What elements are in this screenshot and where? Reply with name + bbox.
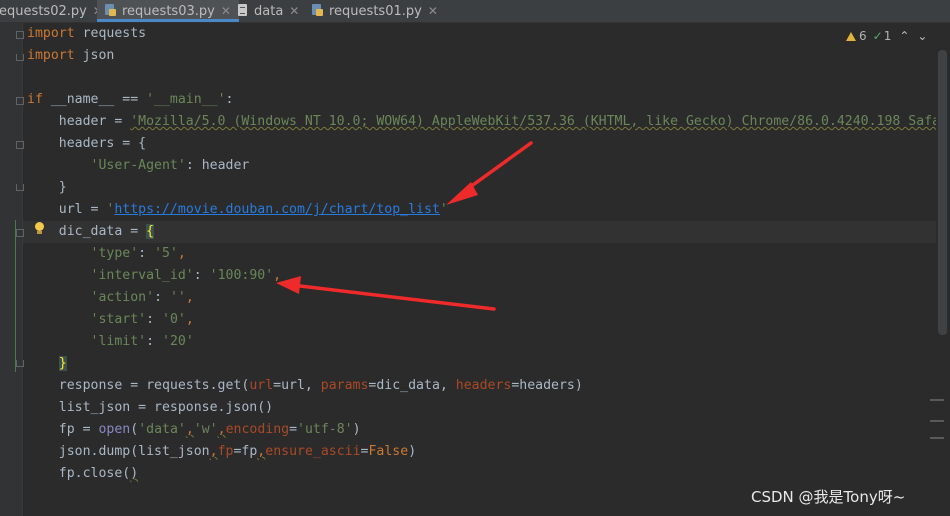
csdn-watermark: CSDN @我是Tony呀~ <box>751 488 906 506</box>
red-arrow <box>276 276 496 311</box>
red-arrow <box>446 141 533 205</box>
annotation-arrows <box>276 141 533 311</box>
